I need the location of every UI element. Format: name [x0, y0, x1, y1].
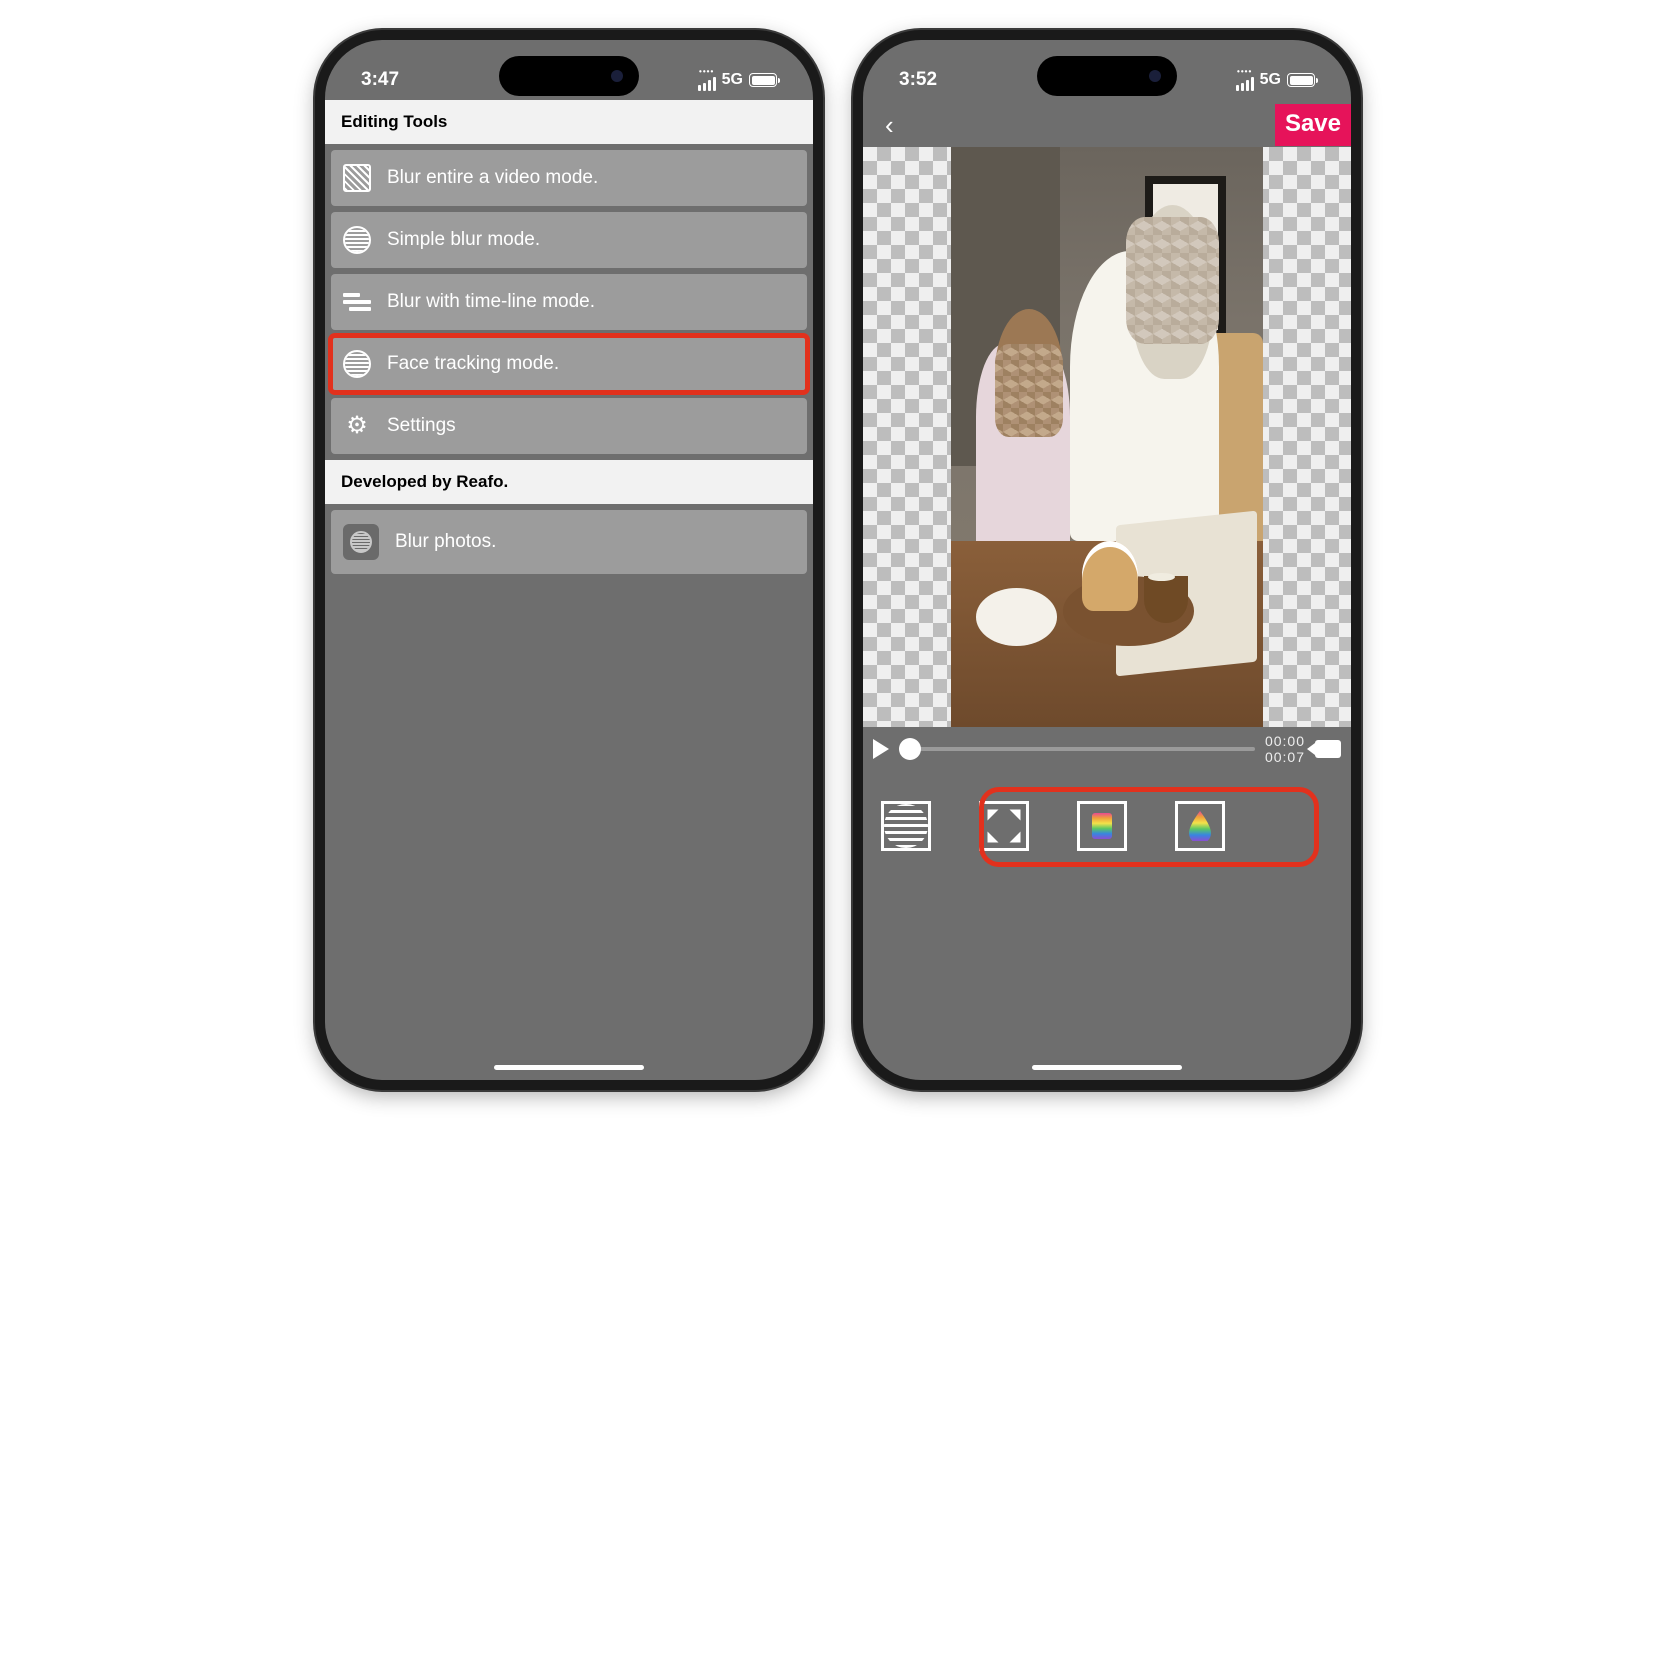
section-header-tools: Editing Tools [325, 100, 813, 144]
tool-label: Blur entire a video mode. [387, 167, 598, 189]
battery-icon [749, 73, 777, 87]
home-indicator[interactable] [1032, 1065, 1182, 1070]
tool-blur-entire[interactable]: Blur entire a video mode. [331, 150, 807, 206]
network-label: 5G [1260, 71, 1281, 89]
tool-blur-photos[interactable]: Blur photos. [331, 510, 807, 574]
signal-bars-icon [1236, 77, 1254, 91]
play-button[interactable] [873, 739, 889, 759]
hatch-icon [343, 164, 371, 192]
signal-bars-icon [698, 77, 716, 91]
tool-expand-button[interactable] [979, 801, 1029, 851]
network-label: 5G [722, 71, 743, 89]
tool-label: Blur photos. [395, 531, 496, 553]
phone-right: 3:52 •••• 5G ‹ Save [853, 30, 1361, 1090]
status-indicators: •••• 5G [698, 69, 777, 91]
tool-label: Blur with time-line mode. [387, 291, 595, 313]
signal-dots-icon: •••• [699, 69, 714, 75]
tool-label: Simple blur mode. [387, 229, 540, 251]
stripe-circle-icon [343, 226, 371, 254]
video-canvas[interactable] [863, 147, 1351, 727]
status-time: 3:47 [361, 69, 399, 91]
dynamic-island [499, 56, 639, 96]
status-time: 3:52 [899, 69, 937, 91]
stripe-icon [884, 804, 928, 848]
camera-icon[interactable] [1315, 740, 1341, 758]
player-bar: 00:00 00:07 [863, 727, 1351, 771]
gear-icon: ⚙ [343, 412, 371, 440]
editor-header: ‹ Save [863, 104, 1351, 147]
time-display: 00:00 00:07 [1265, 733, 1305, 765]
scrubber[interactable] [899, 747, 1255, 751]
tool-simple-blur[interactable]: Simple blur mode. [331, 212, 807, 268]
signal-dots-icon: •••• [1237, 69, 1252, 75]
tool-settings[interactable]: ⚙ Settings [331, 398, 807, 454]
face-blur-region[interactable] [1126, 217, 1220, 345]
status-indicators: •••• 5G [1236, 69, 1315, 91]
face-blur-region[interactable] [995, 344, 1064, 437]
tool-label: Settings [387, 415, 456, 437]
back-button[interactable]: ‹ [877, 104, 902, 147]
timeline-bars-icon [343, 288, 371, 316]
phone-left: 3:47 •••• 5G Editing Tools Blur entire a… [315, 30, 823, 1090]
time-current: 00:00 [1265, 733, 1305, 749]
tool-list-editing: Blur entire a video mode. Simple blur mo… [325, 144, 813, 460]
scrubber-thumb[interactable] [899, 738, 921, 760]
tool-face-tracking[interactable]: Face tracking mode. [331, 336, 807, 392]
photo-app-icon [343, 524, 379, 560]
expand-icon [982, 804, 1026, 848]
time-total: 00:07 [1265, 749, 1305, 765]
tool-label: Face tracking mode. [387, 353, 559, 375]
rainbow-square-icon [1092, 813, 1112, 839]
home-indicator[interactable] [494, 1065, 644, 1070]
battery-icon [1287, 73, 1315, 87]
tool-timeline-blur[interactable]: Blur with time-line mode. [331, 274, 807, 330]
video-frame [951, 147, 1263, 727]
editor-toolbar [863, 771, 1351, 881]
tool-rainbow-drop-button[interactable] [1175, 801, 1225, 851]
tool-rainbow-square-button[interactable] [1077, 801, 1127, 851]
tool-list-developer: Blur photos. [325, 504, 813, 580]
tool-stripe-button[interactable] [881, 801, 931, 851]
dynamic-island [1037, 56, 1177, 96]
section-header-developer: Developed by Reafo. [325, 460, 813, 504]
save-button[interactable]: Save [1275, 104, 1351, 146]
highlight-outline [979, 787, 1319, 867]
rainbow-drop-icon [1189, 811, 1211, 841]
stripe-circle-icon [343, 350, 371, 378]
